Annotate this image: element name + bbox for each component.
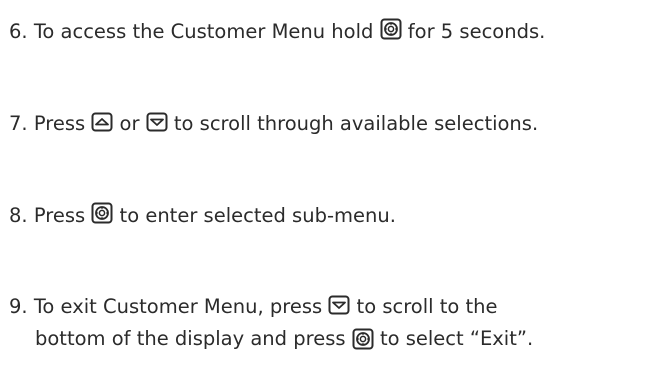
step-9: 9. To exit Customer Menu, press to scrol… xyxy=(9,291,664,323)
up-arrow-icon xyxy=(91,112,113,132)
step-text-middle: or xyxy=(119,112,140,135)
select-icon xyxy=(380,18,402,40)
step-text-before: To exit Customer Menu, press xyxy=(33,295,323,318)
step-text-before: Press xyxy=(33,204,86,227)
step-text-after: for 5 seconds. xyxy=(407,20,546,43)
step-text-line2-before: bottom of the display and press xyxy=(35,327,346,350)
down-arrow-icon xyxy=(328,295,350,315)
step-text-line2-after: to select “Exit”. xyxy=(379,327,534,350)
down-arrow-icon xyxy=(146,112,168,132)
step-text-after: to scroll to the xyxy=(356,295,498,318)
step-number: 8. xyxy=(9,204,28,227)
select-icon xyxy=(352,328,374,350)
select-icon xyxy=(91,202,113,224)
step-text-before: Press xyxy=(33,112,86,135)
step-8: 8. Press to enter selected sub-menu. xyxy=(9,200,664,232)
step-text-after: to scroll through available selections. xyxy=(173,112,539,135)
step-text-before: To access the Customer Menu hold xyxy=(33,20,374,43)
step-text-after: to enter selected sub-menu. xyxy=(119,204,396,227)
step-number: 9. xyxy=(9,295,28,318)
step-7: 7. Press or to scroll through available … xyxy=(9,108,664,140)
step-9-line-2: bottom of the display and press to selec… xyxy=(35,323,533,355)
step-6: 6. To access the Customer Menu hold for … xyxy=(9,16,664,48)
step-number: 7. xyxy=(9,112,28,135)
step-number: 6. xyxy=(9,20,28,43)
